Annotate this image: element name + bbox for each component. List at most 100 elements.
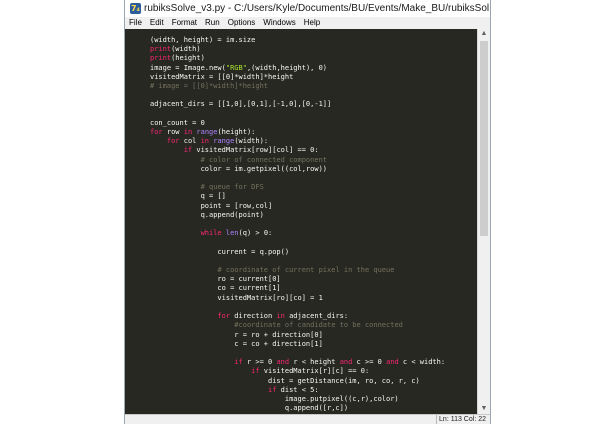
- code-editor[interactable]: (width, height) = im.size print(width) p…: [125, 29, 477, 414]
- menu-edit[interactable]: Edit: [146, 17, 168, 29]
- code-token: row: [162, 128, 184, 137]
- code-line[interactable]: for row in range(height):: [150, 128, 255, 136]
- scrollbar-thumb[interactable]: [480, 41, 488, 236]
- code-token: (width): [171, 45, 201, 54]
- code-token: for: [150, 128, 163, 137]
- code-token: (width, height) = im.size: [150, 36, 256, 44]
- vertical-scrollbar[interactable]: ▲ ▼: [477, 29, 490, 414]
- code-line[interactable]: image.putpixel((c,r),color): [150, 395, 399, 403]
- code-line[interactable]: ro = current[0]: [150, 275, 281, 284]
- code-token: adjacent_dirs:: [284, 312, 349, 321]
- code-token: and: [339, 358, 353, 367]
- code-line[interactable]: q.append(point): [150, 211, 264, 219]
- code-token: q.append(point): [150, 210, 264, 219]
- code-line[interactable]: image = Image.new("RGB",(width,height), …: [150, 64, 327, 72]
- code-token: for: [150, 312, 231, 321]
- code-token: # image = [[0]*width]*height: [150, 82, 269, 91]
- idle-editor-window: 7₄ rubiksSolve_v3.py - C:/Users/Kyle/Doc…: [124, 0, 491, 424]
- code-token: q = []: [150, 192, 226, 201]
- code-line[interactable]: if r >= 0 and r < height and c >= 0 and …: [150, 358, 445, 366]
- code-token: c >= 0: [352, 358, 387, 367]
- code-token: ro = current[0]: [150, 275, 281, 284]
- code-token: visitedMatrix[r][c] == 0:: [259, 367, 370, 376]
- code-token: range: [213, 137, 235, 146]
- code-line[interactable]: if visitedMatrix[r][c] == 0:: [150, 367, 369, 375]
- code-line[interactable]: for col in range(width):: [150, 137, 268, 145]
- title-bar[interactable]: 7₄ rubiksSolve_v3.py - C:/Users/Kyle/Doc…: [125, 0, 490, 17]
- code-line[interactable]: c = co + direction[1]: [150, 340, 323, 348]
- code-line[interactable]: visitedMatrix[ro][co] = 1: [150, 293, 323, 302]
- cursor-position: Ln: 113 Col: 22: [436, 415, 488, 424]
- code-token: print: [150, 54, 172, 63]
- menu-run[interactable]: Run: [201, 17, 224, 29]
- code-line[interactable]: if dist < 5:: [150, 386, 319, 394]
- code-line[interactable]: # coordinate of current pixel in the que…: [150, 266, 394, 274]
- code-token: con_count = 0: [150, 118, 205, 127]
- menu-format[interactable]: Format: [168, 17, 201, 29]
- code-token: current = q.pop(): [150, 247, 290, 256]
- code-line[interactable]: # queue for DFS: [150, 183, 264, 191]
- code-token: co = current[1]: [150, 284, 281, 293]
- code-line[interactable]: r = ro + direction[0]: [150, 331, 323, 339]
- code-token: # color of connected component: [200, 155, 328, 164]
- code-token: if: [234, 358, 243, 367]
- code-token: adjacent_dirs = [[1,0],[0,1],[-1,0],[0,-…: [150, 100, 332, 109]
- code-line[interactable]: while len(q) > 0:: [150, 229, 273, 238]
- python-idle-icon: 7₄: [130, 3, 141, 14]
- code-token: (height):: [217, 128, 256, 137]
- code-line[interactable]: visitedMatrix = [[0]*width]*height: [150, 73, 293, 81]
- code-token: in: [276, 312, 285, 321]
- code-text[interactable]: (width, height) = im.size print(width) p…: [150, 36, 445, 413]
- code-line[interactable]: for direction in adjacent_dirs:: [150, 312, 348, 320]
- code-token: col: [179, 137, 201, 146]
- code-token: # queue for DFS: [200, 183, 264, 192]
- code-token: in: [183, 128, 193, 137]
- menu-windows[interactable]: Windows: [259, 17, 299, 29]
- menu-help[interactable]: Help: [300, 17, 324, 29]
- code-line[interactable]: print(width): [150, 45, 201, 53]
- code-line[interactable]: #coordinate of candidate to be connected: [150, 321, 403, 329]
- code-token: ,(width,height), 0): [246, 63, 328, 72]
- code-line[interactable]: # color of connected component: [150, 156, 327, 164]
- code-token: (q) > 0:: [238, 229, 273, 238]
- code-token: in: [200, 137, 210, 146]
- scroll-down-arrow-icon[interactable]: ▼: [478, 404, 490, 414]
- menu-options[interactable]: Options: [224, 17, 260, 29]
- code-token: #coordinate of candidate to be connected: [234, 321, 403, 330]
- code-line[interactable]: q = []: [150, 192, 226, 200]
- menu-bar: File Edit Format Run Options Windows Hel…: [125, 17, 490, 29]
- code-line[interactable]: adjacent_dirs = [[1,0],[0,1],[-1,0],[0,-…: [150, 100, 331, 108]
- code-token: visitedMatrix[ro][co] = 1: [150, 293, 323, 302]
- code-token: print: [150, 45, 172, 54]
- code-line[interactable]: dist = getDistance(im, ro, co, r, c): [150, 377, 420, 385]
- code-line[interactable]: color = im.getpixel((col,row)): [150, 165, 327, 173]
- code-token: for: [166, 137, 180, 146]
- code-line[interactable]: co = current[1]: [150, 284, 281, 293]
- code-token: image.putpixel((c,r),color): [150, 394, 399, 403]
- code-token: image = Image.new(: [150, 63, 226, 72]
- code-line[interactable]: point = [row,col]: [150, 201, 273, 210]
- menu-file[interactable]: File: [125, 17, 146, 29]
- code-line[interactable]: q.append([r,c]): [150, 404, 348, 412]
- code-token: point = [row,col]: [150, 201, 273, 210]
- status-bar: Ln: 113 Col: 22: [125, 414, 490, 424]
- code-line[interactable]: current = q.pop(): [150, 248, 289, 256]
- code-line[interactable]: con_count = 0: [150, 119, 205, 127]
- code-line[interactable]: (width, height) = im.size: [150, 36, 255, 44]
- code-token: if: [183, 146, 193, 155]
- code-token: (width):: [234, 137, 269, 146]
- code-line[interactable]: # image = [[0]*width]*height: [150, 82, 268, 90]
- code-token: range: [196, 128, 218, 137]
- code-line[interactable]: if visitedMatrix[row][col] == 0:: [150, 146, 319, 154]
- code-token: dist < 5:: [276, 385, 319, 394]
- code-line[interactable]: print(height): [150, 54, 205, 62]
- scroll-up-arrow-icon[interactable]: ▲: [478, 29, 490, 39]
- code-token: c = co + direction[1]: [150, 339, 323, 348]
- code-token: color = im.getpixel((col,row)): [150, 164, 328, 173]
